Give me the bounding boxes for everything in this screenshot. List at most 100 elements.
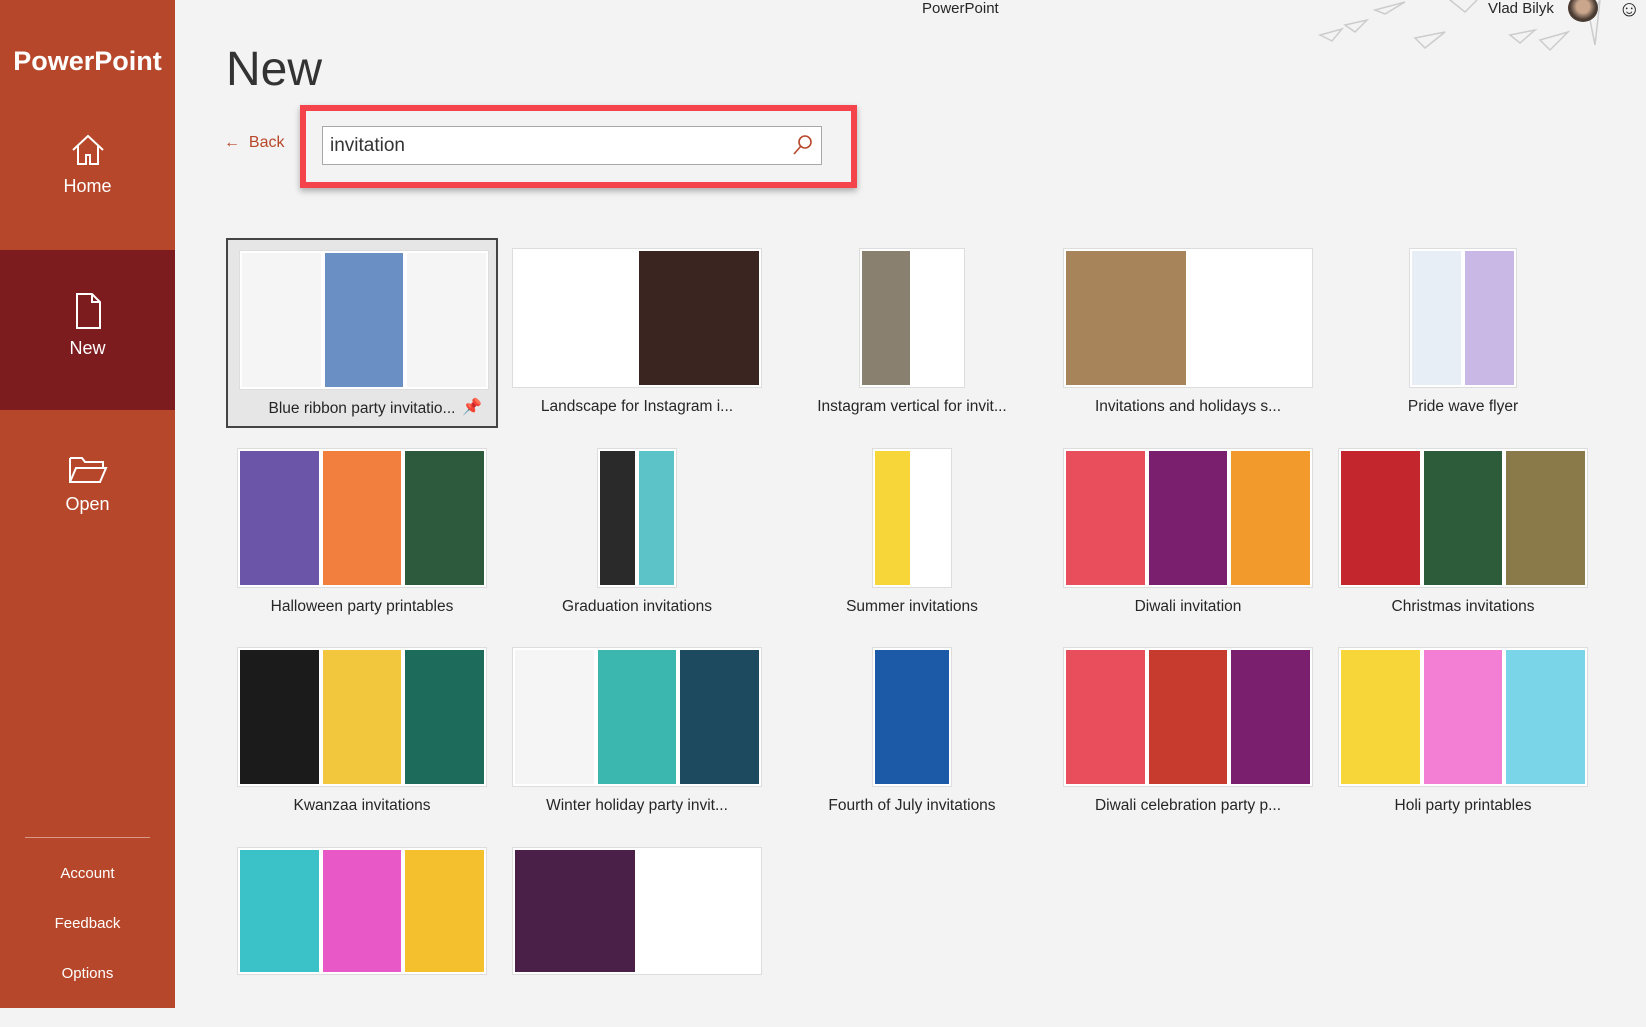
thumbnail-panel bbox=[914, 251, 962, 385]
template-thumbnail bbox=[872, 647, 952, 787]
thumbnail-panel bbox=[914, 451, 949, 585]
sidebar-options[interactable]: Options bbox=[0, 965, 175, 982]
template-label: Holi party printables bbox=[1394, 797, 1532, 814]
template-tile[interactable]: Blue ribbon party invitatio... 📌 bbox=[226, 238, 498, 428]
thumbnail-panel bbox=[407, 253, 487, 387]
template-tile[interactable]: Instagram vertical for invit... bbox=[776, 238, 1048, 428]
template-tile[interactable] bbox=[501, 837, 773, 1027]
template-tile[interactable]: Summer invitations bbox=[776, 438, 1048, 628]
thumbnail-panel bbox=[405, 451, 485, 585]
app-brand: PowerPoint bbox=[13, 46, 162, 76]
template-tile[interactable]: Invitations and holidays s... bbox=[1052, 238, 1324, 428]
template-tile[interactable]: Kwanzaa invitations bbox=[226, 637, 498, 827]
template-label: Fourth of July invitations bbox=[828, 797, 996, 814]
thumbnail-panel bbox=[1066, 251, 1186, 385]
search-icon[interactable] bbox=[791, 133, 815, 157]
thumbnail-panel bbox=[1190, 251, 1310, 385]
thumbnail-panel bbox=[639, 251, 759, 385]
template-thumbnail bbox=[1063, 647, 1313, 787]
sidebar-divider bbox=[25, 837, 150, 838]
template-label: Instagram vertical for invit... bbox=[817, 398, 1007, 415]
template-tile[interactable]: Landscape for Instagram i... bbox=[501, 238, 773, 428]
thumbnail-panel bbox=[1423, 451, 1503, 585]
template-tile[interactable]: Diwali invitation bbox=[1052, 438, 1324, 628]
search-input[interactable]: invitation bbox=[322, 126, 822, 165]
user-name[interactable]: Vlad Bilyk bbox=[1488, 0, 1554, 17]
sidebar-item-label: Home bbox=[63, 176, 112, 196]
template-tile[interactable]: Holi party printables bbox=[1327, 637, 1599, 827]
thumbnail-panel bbox=[515, 850, 635, 972]
thumbnail-panel bbox=[405, 650, 485, 784]
template-thumbnail bbox=[239, 250, 489, 390]
thumbnail-panel bbox=[639, 451, 674, 585]
sidebar-item-new[interactable]: New bbox=[0, 250, 175, 410]
template-label: Diwali invitation bbox=[1134, 598, 1242, 615]
thumbnail-panel bbox=[1465, 251, 1514, 385]
thumbnail-panel bbox=[1506, 650, 1586, 784]
thumbnail-panel bbox=[1148, 650, 1228, 784]
thumbnail-panel bbox=[1341, 451, 1420, 585]
thumbnail-panel bbox=[515, 251, 635, 385]
thumbnail-panel bbox=[862, 251, 910, 385]
sidebar-item-label: New bbox=[69, 338, 106, 358]
thumbnail-panel bbox=[1148, 451, 1228, 585]
thumbnail-panel bbox=[324, 253, 404, 387]
thumbnail-panel bbox=[242, 253, 321, 387]
template-thumbnail bbox=[512, 647, 762, 787]
back-label: Back bbox=[248, 134, 285, 151]
template-tile[interactable]: Halloween party printables bbox=[226, 438, 498, 628]
feedback-smiley-icon[interactable]: ☺ bbox=[1618, 0, 1640, 22]
back-button[interactable]: ← Back bbox=[224, 134, 284, 152]
template-label: Kwanzaa invitations bbox=[293, 797, 431, 814]
template-label: Invitations and holidays s... bbox=[1094, 398, 1282, 415]
template-thumbnail bbox=[859, 248, 965, 388]
thumbnail-panel bbox=[1231, 650, 1311, 784]
template-thumbnail bbox=[1063, 248, 1313, 388]
thumbnail-panel bbox=[240, 650, 319, 784]
thumbnail-panel bbox=[1231, 451, 1311, 585]
search-value: invitation bbox=[330, 135, 405, 156]
template-tile[interactable]: Diwali celebration party p... bbox=[1052, 637, 1324, 827]
template-label: Blue ribbon party invitatio... bbox=[268, 400, 456, 417]
thumbnail-panel bbox=[1341, 650, 1420, 784]
thumbnail-panel bbox=[1506, 451, 1586, 585]
template-thumbnail bbox=[1338, 448, 1588, 588]
thumbnail-panel bbox=[1066, 650, 1145, 784]
thumbnail-panel bbox=[875, 451, 910, 585]
template-tile[interactable] bbox=[226, 837, 498, 1027]
sidebar-item-home[interactable]: Home bbox=[0, 90, 175, 250]
thumbnail-panel bbox=[405, 850, 485, 972]
template-thumbnail bbox=[237, 448, 487, 588]
template-tile[interactable]: Winter holiday party invit... bbox=[501, 637, 773, 827]
thumbnail-panel bbox=[515, 650, 594, 784]
template-tile[interactable]: Christmas invitations bbox=[1327, 438, 1599, 628]
template-label: Graduation invitations bbox=[562, 598, 712, 615]
thumbnail-panel bbox=[240, 451, 319, 585]
sidebar-item-label: Open bbox=[65, 494, 110, 514]
thumbnail-panel bbox=[600, 451, 635, 585]
template-label: Christmas invitations bbox=[1391, 598, 1535, 615]
thumbnail-panel bbox=[322, 850, 402, 972]
template-thumbnail bbox=[1063, 448, 1313, 588]
template-thumbnail bbox=[237, 847, 487, 975]
thumbnail-panel bbox=[1423, 650, 1503, 784]
template-tile[interactable]: Fourth of July invitations bbox=[776, 637, 1048, 827]
thumbnail-panel bbox=[597, 650, 677, 784]
template-label: Landscape for Instagram i... bbox=[540, 398, 734, 415]
template-label: Pride wave flyer bbox=[1407, 398, 1519, 415]
template-tile[interactable]: Pride wave flyer bbox=[1327, 238, 1599, 428]
back-arrow-icon: ← bbox=[224, 134, 240, 151]
pin-icon[interactable]: 📌 bbox=[462, 397, 482, 417]
sidebar: PowerPoint Home New Open Account Feedbac… bbox=[0, 0, 175, 1008]
template-thumbnail bbox=[512, 248, 762, 388]
sidebar-account[interactable]: Account bbox=[0, 865, 175, 882]
template-label: Summer invitations bbox=[846, 598, 978, 615]
page-title: New bbox=[226, 43, 323, 96]
thumbnail-panel bbox=[240, 850, 319, 972]
template-thumbnail bbox=[1338, 647, 1588, 787]
thumbnail-panel bbox=[322, 451, 402, 585]
sidebar-item-open[interactable]: Open bbox=[0, 410, 175, 570]
template-thumbnail bbox=[237, 647, 487, 787]
template-tile[interactable]: Graduation invitations bbox=[501, 438, 773, 628]
sidebar-feedback[interactable]: Feedback bbox=[0, 915, 175, 932]
